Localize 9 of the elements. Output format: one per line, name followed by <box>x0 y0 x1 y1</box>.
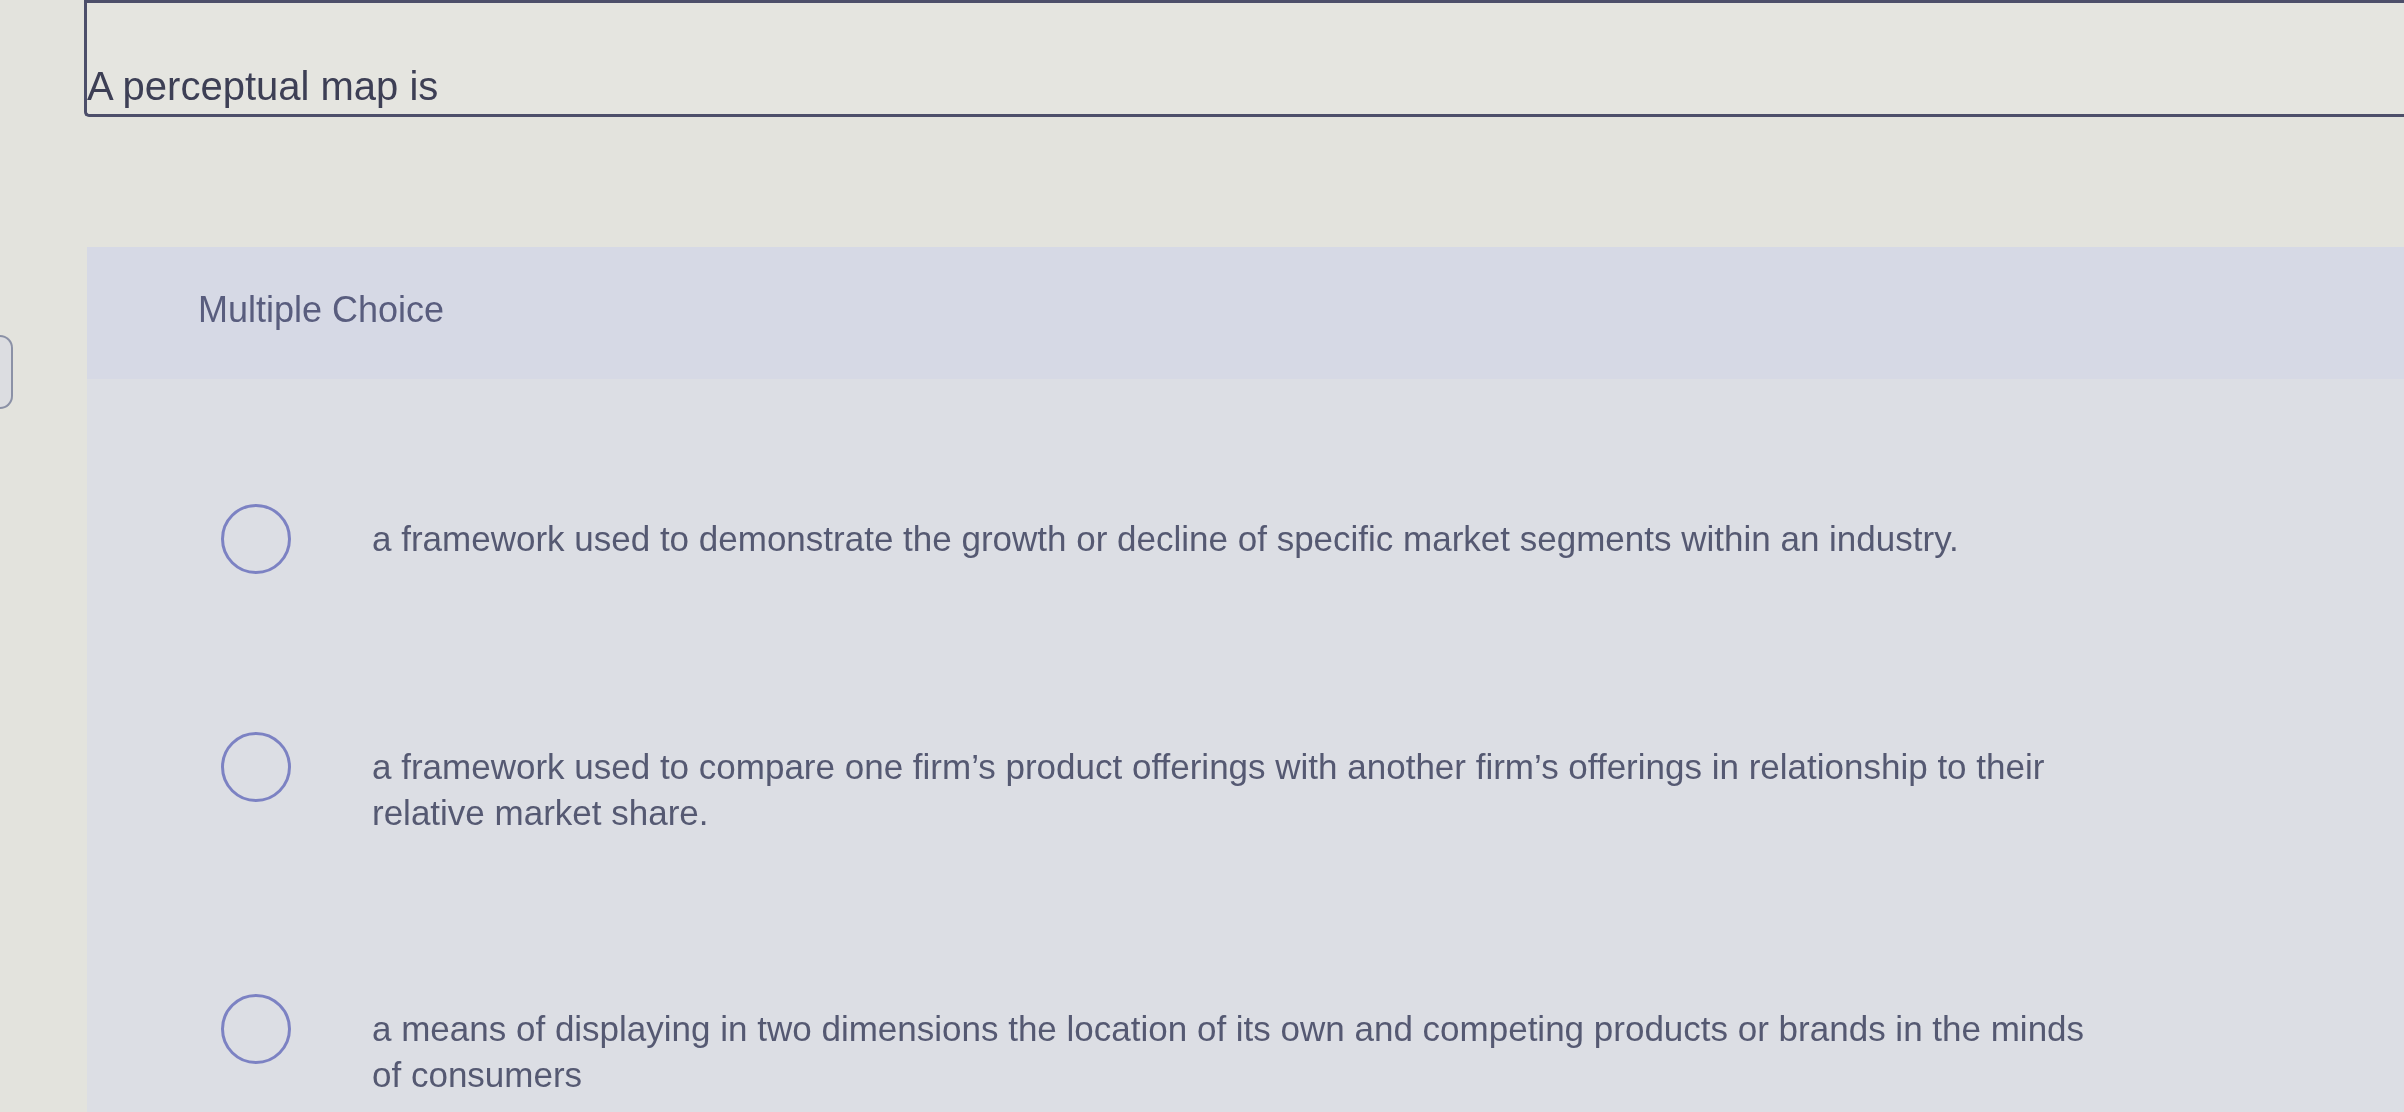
radio-button[interactable] <box>221 504 291 574</box>
round-button[interactable] <box>0 335 13 409</box>
option-text: a means of displaying in two dimensions the location of its own and competing products or brands in the minds of consumers <box>372 1008 2086 1096</box>
question-text: A perceptual map is <box>87 63 439 109</box>
radio-button[interactable] <box>221 732 291 802</box>
option-text: a framework used to compare one firm’s product offerings with another firm’s offerings in relationship to their relative market share. <box>372 746 2046 834</box>
panel-heading: Multiple Choice <box>198 288 445 332</box>
option-text: a framework used to demonstrate the growth or decline of specific market segments within an industry. <box>372 518 1960 560</box>
radio-button[interactable] <box>221 994 291 1064</box>
